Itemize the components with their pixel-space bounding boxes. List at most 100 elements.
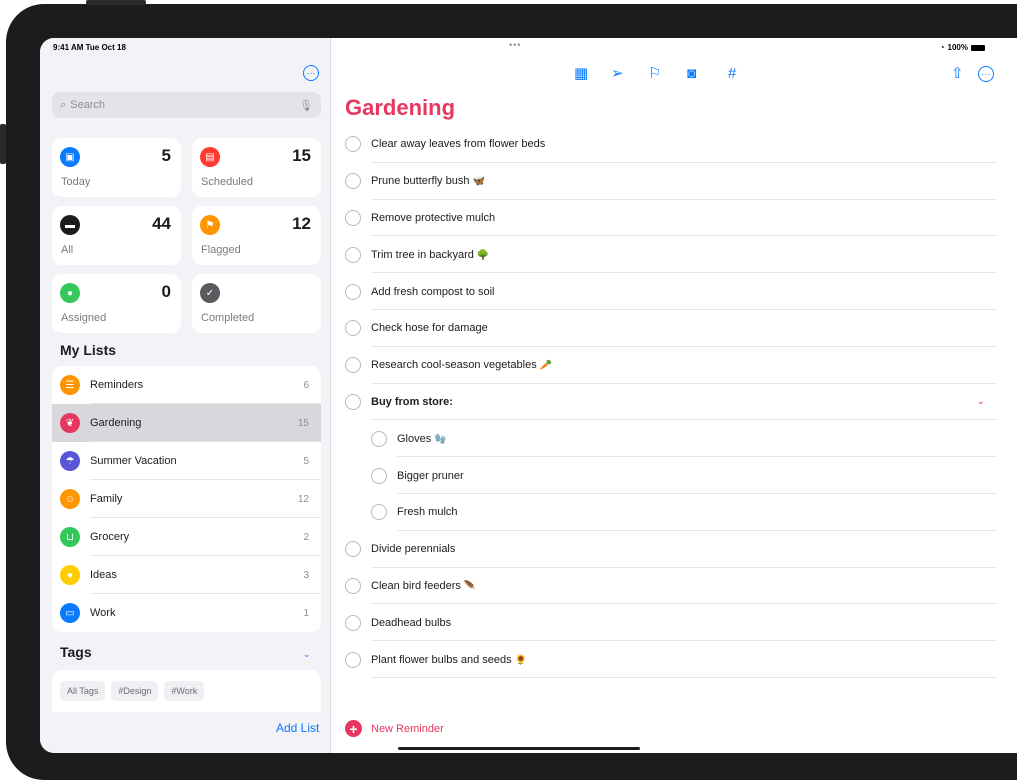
reminder-title: Clear away leaves from flower beds <box>371 138 546 151</box>
completion-circle[interactable] <box>345 577 361 594</box>
search-icon: ⌕ <box>60 98 67 111</box>
list-item-grocery[interactable]: ⊔ Grocery 2 <box>52 518 321 556</box>
reminder-item[interactable]: Gloves 🧤 <box>331 420 1017 457</box>
list-count: 2 <box>303 531 309 543</box>
completion-circle[interactable] <box>345 246 361 263</box>
list-item-family[interactable]: ☺ Family 12 <box>52 480 321 518</box>
flag-icon: ⚑ <box>200 215 220 235</box>
reminder-item[interactable]: Buy from store: ⌄ <box>331 384 1017 421</box>
basket-icon: ⊔ <box>60 527 80 547</box>
multitasking-dots[interactable]: ••• <box>509 40 521 50</box>
list-item-work[interactable]: ▭ Work 1 <box>52 594 321 632</box>
completion-circle[interactable] <box>345 173 361 190</box>
reminder-item[interactable]: Plant flower bulbs and seeds 🌻 <box>331 641 1017 678</box>
tag-chip[interactable]: All Tags <box>60 681 106 701</box>
list-count: 6 <box>303 379 309 391</box>
reminder-title: Divide perennials <box>371 543 456 556</box>
list-item-gardening[interactable]: ❦ Gardening 15 <box>52 404 321 442</box>
smart-list-completed[interactable]: ✓ Completed <box>192 274 321 333</box>
list-item-ideas[interactable]: ● Ideas 3 <box>52 556 321 594</box>
reminder-text[interactable]: Research cool-season vegetables 🥕 <box>371 359 552 371</box>
reminder-title: Remove protective mulch <box>371 211 496 224</box>
chevron-down-icon[interactable]: ⌄ <box>977 396 985 407</box>
completion-circle[interactable] <box>345 136 361 153</box>
reminder-emoji: 🥕 <box>539 360 553 372</box>
reminder-item[interactable]: Research cool-season vegetables 🥕 <box>331 347 1017 384</box>
more-icon[interactable]: ··· <box>978 66 994 82</box>
tag-icon[interactable]: # <box>728 65 736 83</box>
reminder-text[interactable]: Fresh mulch <box>397 506 458 518</box>
camera-icon[interactable]: ◙ <box>687 65 696 83</box>
completion-circle[interactable] <box>345 393 361 410</box>
tag-chip[interactable]: #Design <box>111 681 159 701</box>
microphone-icon[interactable]: 🎙 <box>299 99 313 112</box>
share-icon[interactable]: ⇧ <box>951 65 964 83</box>
completion-circle[interactable] <box>345 541 361 558</box>
reminder-text[interactable]: Gloves 🧤 <box>397 433 447 445</box>
smart-list-all[interactable]: ▬ 44 All <box>52 206 181 265</box>
smart-list-scheduled[interactable]: ▤ 15 Scheduled <box>192 138 321 197</box>
smart-list-label: Completed <box>201 312 255 324</box>
reminder-emoji: 🪶 <box>463 580 477 592</box>
search-field[interactable]: ⌕ Search 🎙 <box>52 92 321 118</box>
reminder-text[interactable]: Add fresh compost to soil <box>371 286 495 298</box>
reminder-text[interactable]: Prune butterfly bush 🦋 <box>371 175 485 187</box>
smart-list-flagged[interactable]: ⚑ 12 Flagged <box>192 206 321 265</box>
smart-list-today[interactable]: ▣ 5 Today <box>52 138 181 197</box>
list-count: 12 <box>297 493 309 505</box>
completion-circle[interactable] <box>345 614 361 631</box>
smart-list-count: 15 <box>292 146 311 165</box>
reminder-item[interactable]: Fresh mulch <box>331 494 1017 531</box>
reminder-item[interactable]: Clear away leaves from flower beds <box>331 126 1017 163</box>
reminder-text[interactable]: Buy from store: <box>371 396 453 408</box>
smart-list-count: 12 <box>292 214 311 233</box>
new-reminder-button[interactable]: + New Reminder <box>345 720 444 737</box>
reminder-text[interactable]: Clear away leaves from flower beds <box>371 138 545 150</box>
flag-icon[interactable]: ⚐ <box>648 65 661 83</box>
reminder-text[interactable]: Divide perennials <box>371 543 455 555</box>
location-icon[interactable]: ➢ <box>611 65 624 83</box>
completion-circle[interactable] <box>345 209 361 226</box>
add-list-button[interactable]: Add List <box>276 721 319 735</box>
list-title: Gardening <box>345 95 456 120</box>
checkmark-icon: ✓ <box>200 283 220 303</box>
reminder-text[interactable]: Clean bird feeders 🪶 <box>371 580 476 592</box>
reminder-item[interactable]: Divide perennials <box>331 531 1017 568</box>
reminder-item[interactable]: Deadhead bulbs <box>331 604 1017 641</box>
leaf-icon: ❦ <box>60 413 80 433</box>
reminder-emoji: 🌻 <box>514 654 528 666</box>
smart-list-assigned[interactable]: ● 0 Assigned <box>52 274 181 333</box>
smart-list-label: Today <box>61 176 91 188</box>
chevron-down-icon[interactable]: ⌄ <box>303 649 311 660</box>
battery-percent: 100% <box>947 43 968 52</box>
reminder-item[interactable]: Clean bird feeders 🪶 <box>331 568 1017 605</box>
toolbar: ▦ ➢ ⚐ ◙ # ⇧ ··· <box>331 65 1017 85</box>
tags-box: All Tags #Design #Work <box>52 670 321 712</box>
completion-circle[interactable] <box>345 651 361 668</box>
completion-circle[interactable] <box>371 467 387 484</box>
reminder-item[interactable]: Check hose for damage <box>331 310 1017 347</box>
reminder-text[interactable]: Deadhead bulbs <box>371 617 451 629</box>
reminder-title: Bigger pruner <box>397 469 464 482</box>
list-item-summer-vacation[interactable]: ☂ Summer Vacation 5 <box>52 442 321 480</box>
search-placeholder[interactable]: Search <box>70 99 295 111</box>
reminder-text[interactable]: Check hose for damage <box>371 322 488 334</box>
completion-circle[interactable] <box>371 504 387 521</box>
reminder-text[interactable]: Bigger pruner <box>397 470 464 482</box>
completion-circle[interactable] <box>345 320 361 337</box>
reminder-text[interactable]: Plant flower bulbs and seeds 🌻 <box>371 654 527 666</box>
date-icon[interactable]: ▦ <box>574 65 588 83</box>
reminder-item[interactable]: Prune butterfly bush 🦋 <box>331 163 1017 200</box>
tag-chip[interactable]: #Work <box>164 681 205 701</box>
completion-circle[interactable] <box>345 357 361 374</box>
reminder-item[interactable]: Trim tree in backyard 🌳 <box>331 236 1017 273</box>
reminder-text[interactable]: Remove protective mulch <box>371 212 495 224</box>
more-icon[interactable]: ··· <box>303 65 319 81</box>
completion-circle[interactable] <box>345 283 361 300</box>
reminder-item[interactable]: Remove protective mulch <box>331 200 1017 237</box>
reminder-item[interactable]: Add fresh compost to soil <box>331 273 1017 310</box>
reminder-item[interactable]: Bigger pruner <box>331 457 1017 494</box>
completion-circle[interactable] <box>371 430 387 447</box>
reminder-text[interactable]: Trim tree in backyard 🌳 <box>371 249 489 261</box>
list-item-reminders[interactable]: ☰ Reminders 6 <box>52 366 321 404</box>
